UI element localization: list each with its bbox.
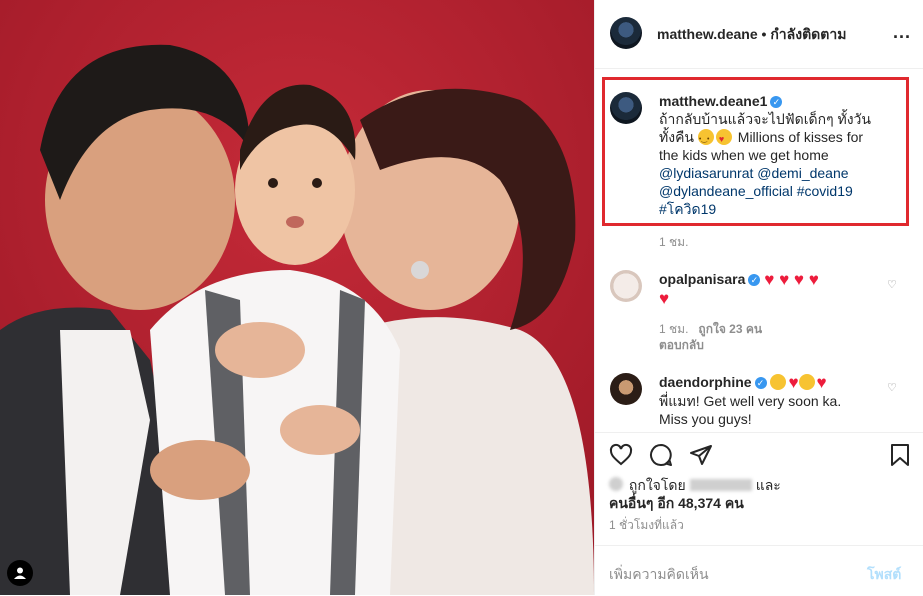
kiss-emoji [770, 374, 787, 390]
comment-time[interactable]: 1 ชม. [659, 322, 688, 336]
add-comment-input[interactable]: เพิ่มความคิดเห็น [609, 564, 709, 586]
others-count: 48,374 [678, 495, 721, 511]
user-tag-icon[interactable] [7, 560, 33, 586]
post-header: matthew.deane • กำลังติดตาม ... [595, 0, 923, 69]
liker-username-blurred[interactable] [689, 479, 752, 491]
caption-line-2-rest: Millions of kisses for [737, 129, 864, 145]
commenter-username[interactable]: opalpanisara [659, 271, 745, 287]
caption-text: matthew.deane1 ✓ ถ้ากลับบ้านแล้วจะไปฟัดเด… [659, 92, 904, 218]
heart-eyes-emoji [715, 129, 732, 148]
author-line: matthew.deane • กำลังติดตาม [657, 24, 846, 46]
commenter-username[interactable]: daendorphine [659, 374, 752, 390]
post-time[interactable]: 1 ชั่วโมงที่แล้ว [609, 516, 684, 535]
heart-emoji: ♥ [788, 373, 799, 392]
post-comment-button[interactable]: โพสต์ [867, 564, 901, 586]
more-options-icon[interactable]: ... [893, 22, 911, 43]
verified-icon: ✓ [748, 274, 761, 287]
heart-emoji: ♥ [816, 373, 827, 392]
header-separator: • [761, 26, 767, 42]
likes-summary: ถูกใจโดย และ คนอื่นๆ อีก 48,374 คน [609, 476, 781, 512]
heart-emoji: ♥ [659, 289, 670, 308]
comment-like-icon[interactable]: ♡ [887, 381, 897, 394]
bookmark-icon[interactable] [887, 442, 913, 468]
liked-by-prefix: ถูกใจโดย [628, 477, 686, 493]
liker-avatar[interactable] [609, 477, 623, 491]
liked-by-suffix: และ [755, 477, 781, 493]
follow-status-button[interactable]: กำลังติดตาม [770, 26, 846, 42]
caption-line-2: ทั้งคืน [659, 129, 694, 145]
comment-text: daendorphine ✓ ♥ ♥ พี่แมท! Get well very s… [659, 373, 884, 428]
kiss-emoji [798, 374, 815, 390]
family-kiss-photo [0, 0, 594, 595]
mention-link[interactable]: @demi_deane [757, 165, 848, 181]
mention-link[interactable]: @lydiasarunrat [659, 165, 753, 181]
verified-icon: ✓ [770, 96, 783, 109]
add-comment-bar: เพิ่มความคิดเห็น โพสต์ [595, 545, 923, 596]
caption-line-3: the kids when we get home [659, 147, 829, 163]
comment-text: opalpanisara ✓ ♥ ♥ ♥ ♥ ♥ [659, 270, 884, 308]
author-username[interactable]: matthew.deane [657, 26, 758, 42]
mention-link[interactable]: @dylandeane_official [659, 183, 793, 199]
commenter-avatar[interactable] [610, 373, 642, 405]
author-avatar[interactable] [610, 17, 642, 49]
heart-icon[interactable] [608, 442, 634, 468]
caption-username[interactable]: matthew.deane1 [659, 93, 767, 109]
others-likes-link[interactable]: คนอื่นๆ อีก 48,374 คน [609, 495, 744, 511]
post-side-panel: matthew.deane • กำลังติดตาม ... matthew.… [594, 0, 923, 595]
hashtag-link[interactable]: #โควิด19 [659, 201, 716, 217]
caption-avatar[interactable] [610, 92, 642, 124]
comment-icon[interactable] [648, 442, 674, 468]
commenter-avatar[interactable] [610, 270, 642, 302]
others-label: คนอื่นๆ อีก [609, 495, 675, 511]
instagram-post-view: matthew.deane • กำลังติดตาม ... matthew.… [0, 0, 923, 595]
caption-time[interactable]: 1 ชม. [659, 233, 688, 252]
share-icon[interactable] [688, 442, 714, 468]
comment-line-1: พี่แมท! Get well very soon ka. [659, 393, 842, 409]
post-photo[interactable] [0, 0, 594, 595]
comment-line-2: Miss you guys! [659, 411, 752, 427]
comment-like-icon[interactable]: ♡ [887, 278, 897, 291]
hugging-face-emoji [697, 129, 714, 149]
verified-icon: ✓ [754, 377, 767, 390]
others-unit: คน [724, 495, 744, 511]
actions-divider [595, 432, 923, 433]
caption-line-1: ถ้ากลับบ้านแล้วจะไปฟัดเด็กๆ ทั้งวัน [659, 111, 871, 127]
hashtag-link[interactable]: #covid19 [797, 183, 853, 199]
heart-emojis: ♥ ♥ ♥ ♥ [764, 270, 819, 289]
reply-button[interactable]: ตอบกลับ [659, 336, 704, 355]
comment-likes-count[interactable]: ถูกใจ 23 คน [698, 322, 762, 336]
